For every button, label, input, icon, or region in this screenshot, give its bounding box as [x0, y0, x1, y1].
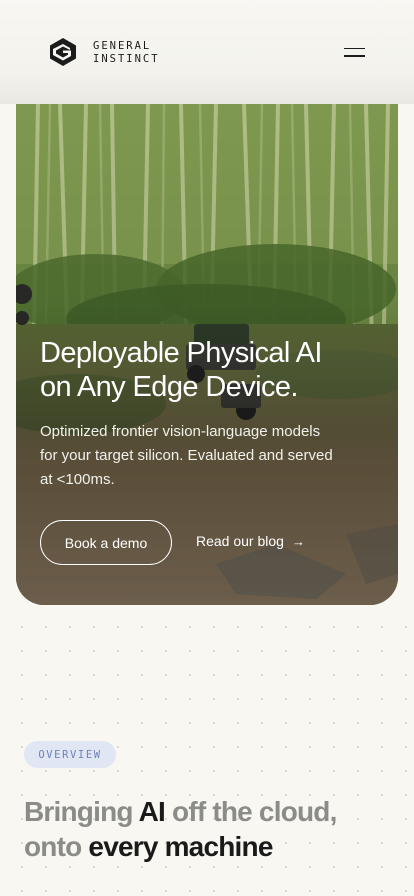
hero-subtitle-line-3: at <100ms. [40, 471, 115, 488]
read-blog-label: Read our blog [196, 533, 284, 549]
headline-onto: onto [24, 831, 89, 862]
book-demo-button[interactable]: Book a demo [40, 520, 172, 565]
headline-every-machine: every machine [88, 831, 273, 862]
hero-title-line-2: on Any Edge Device. [40, 371, 298, 403]
headline-off-cloud: off the cloud, [165, 796, 337, 827]
headline-ai: AI [138, 796, 166, 827]
site-header: GENERAL INSTINCT [0, 0, 414, 104]
headline-bringing: Bringing [24, 796, 139, 827]
hero-subtitle-line-1: Optimized frontier vision-language model… [40, 423, 321, 440]
brand-wordmark[interactable]: GENERAL INSTINCT [93, 40, 160, 66]
hero-subtitle: Optimized frontier vision-language model… [40, 420, 376, 492]
headline-line-2: onto every machine [24, 829, 394, 864]
hero-card: Deployable Physical AI on Any Edge Devic… [16, 104, 398, 605]
hamburger-menu-icon[interactable] [340, 40, 368, 64]
hero-title-line-1: Deployable Physical AI [40, 337, 322, 369]
read-blog-link[interactable]: Read our blog → [196, 533, 305, 549]
hero-subtitle-line-2: for your target silicon. Evaluated and s… [40, 447, 333, 464]
brand-line-1: GENERAL [93, 40, 152, 52]
general-instinct-logo-icon[interactable] [48, 37, 78, 67]
overview-badge: OVERVIEW [24, 741, 116, 768]
brand-line-2: INSTINCT [93, 53, 160, 65]
arrow-right-icon: → [291, 533, 305, 549]
overview-headline: Bringing AI off the cloud, onto every ma… [24, 794, 394, 864]
hero-title: Deployable Physical AI on Any Edge Devic… [40, 336, 380, 404]
headline-line-1: Bringing AI off the cloud, [24, 794, 394, 829]
